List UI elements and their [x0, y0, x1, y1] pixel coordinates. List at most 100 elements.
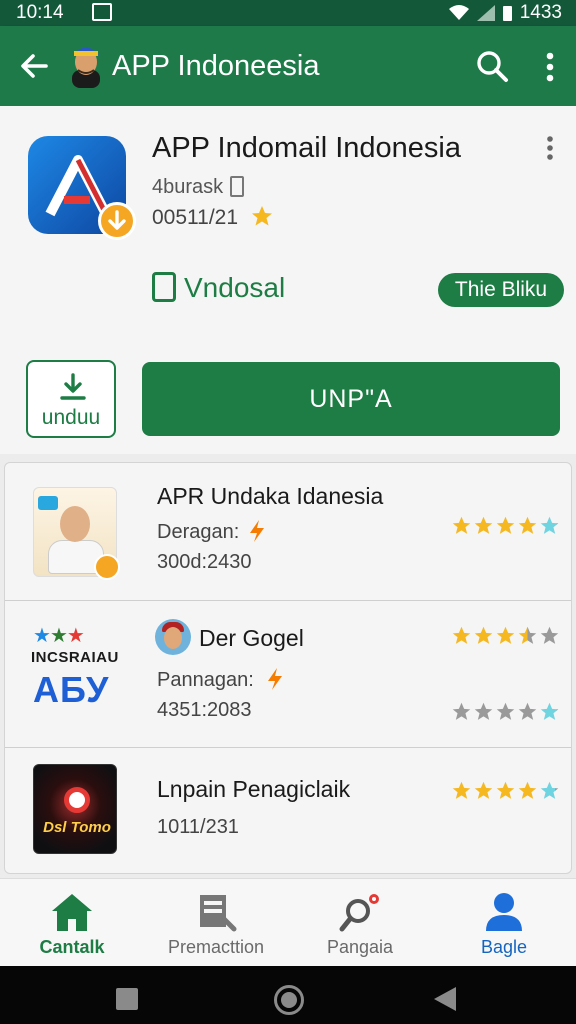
app-bar-title: APP Indoneesia [112, 50, 320, 82]
app-thumbnail [33, 487, 120, 580]
app-rating: 00511/21 [152, 206, 238, 230]
app-bar: APP Indoneesia [0, 26, 576, 106]
device-icon [152, 272, 176, 302]
list-item-title: APR Undaka Idanesia [157, 483, 384, 509]
star-icon [540, 781, 559, 799]
install-button[interactable]: UNP"A [142, 362, 560, 436]
more-vert-icon[interactable] [536, 50, 564, 84]
list-item-count: 4351:2083 [157, 699, 252, 721]
star-icon [496, 516, 515, 534]
rating-stars [451, 625, 560, 646]
star-icon [518, 626, 537, 644]
thumbnail-disc [64, 787, 90, 813]
thumbnail-face [60, 506, 90, 542]
rating-stars [451, 515, 560, 536]
list-item-title: Lnpain Penagiclaik [157, 776, 351, 802]
list-item[interactable]: APR Undaka Idanesia Deragan: 300d:2430 [5, 463, 571, 601]
status-indicators: 1433 [448, 2, 562, 24]
nav-label: Premacttion [167, 937, 265, 957]
star-icon [474, 516, 493, 534]
star-icon [518, 781, 537, 799]
signal-icon [476, 5, 495, 21]
battery-level: 1433 [519, 2, 562, 23]
app-thumbnail: ★★★ INCSRAIAU АБУ [31, 623, 131, 715]
nav-label: Pangaia [326, 937, 394, 957]
star-icon [452, 702, 471, 720]
star-icon [452, 516, 471, 534]
star-icon [474, 781, 493, 799]
thumbnail-brand: INCSRAIAU [31, 649, 119, 666]
download-label: unduu [41, 406, 101, 429]
list-item-title: Der Gogel [199, 625, 304, 651]
bolt-icon [250, 520, 264, 542]
gallery-notification-icon [92, 3, 112, 21]
list-item-count: 1011/231 [157, 816, 239, 838]
rating-stars [451, 780, 560, 801]
star-icon [452, 781, 471, 799]
search-notification-icon [339, 894, 379, 932]
bolt-icon [268, 668, 282, 690]
rating-stars-secondary [451, 701, 560, 722]
list-item[interactable]: Dsl Tomo Lnpain Penagiclaik 1011/231 [5, 748, 571, 873]
app-name: APP Indomail Indonesia [152, 132, 462, 164]
thumbnail-tag [38, 496, 58, 510]
phone-icon [230, 176, 244, 197]
developer-name[interactable]: 4burask [152, 176, 223, 199]
thumbnail-logo-text: АБУ [33, 669, 110, 710]
form-icon [200, 895, 237, 932]
tag-pill-button[interactable]: Thie Bliku [438, 273, 564, 307]
download-badge-icon [94, 554, 120, 580]
battery-icon [502, 5, 512, 21]
star-icon [252, 206, 272, 226]
home-icon [52, 894, 92, 931]
nav-item-premacttion[interactable]: Premacttion [144, 879, 288, 967]
nav-item-bagle[interactable]: Bagle [432, 879, 576, 967]
card-more-icon[interactable] [540, 134, 560, 162]
status-time: 10:14 [16, 2, 64, 23]
recents-icon[interactable] [116, 988, 138, 1010]
developer-avatar [155, 619, 191, 655]
list-item[interactable]: ★★★ INCSRAIAU АБУ Der Gogel Pannagan: 43… [5, 601, 571, 748]
search-icon[interactable] [474, 48, 510, 84]
list-item-subtitle: Deragan: [157, 521, 240, 543]
bottom-navigation: Cantalk Premacttion Pangaia Bagle [0, 878, 576, 966]
star-icon [452, 626, 471, 644]
back-arrow-icon[interactable] [16, 48, 52, 84]
thumbnail-logo: АБУ [33, 669, 109, 711]
app-list: APR Undaka Idanesia Deragan: 300d:2430 ★… [4, 462, 572, 874]
nav-label: Bagle [480, 937, 528, 957]
system-navigation-bar [0, 966, 576, 1024]
nav-label: Cantalk [39, 937, 105, 957]
system-back-icon[interactable] [434, 987, 456, 1011]
star-icon [518, 702, 537, 720]
nav-item-cantalk[interactable]: Cantalk [0, 879, 144, 967]
star-icon [496, 702, 515, 720]
star-icon [496, 781, 515, 799]
status-bar: 10:14 1433 [0, 0, 576, 26]
nav-item-pangaia[interactable]: Pangaia [288, 879, 432, 967]
home-button-icon[interactable] [274, 985, 304, 1015]
star-icon [496, 626, 515, 644]
download-icon [60, 373, 86, 400]
star-icon [518, 516, 537, 534]
thumbnail-text: Dsl Tomo [43, 819, 111, 836]
profile-icon [486, 893, 522, 931]
star-icon [474, 702, 493, 720]
avatar-face [164, 627, 182, 649]
app-detail-card: APP Indomail Indonesia 4burask 00511/21 … [0, 106, 576, 454]
app-thumbnail: Dsl Tomo [33, 764, 117, 854]
developer-link[interactable]: Vndosal [184, 272, 285, 304]
star-icon [474, 626, 493, 644]
list-item-count: 300d:2430 [157, 551, 252, 573]
rating-suffix: 1 [226, 206, 239, 229]
rating-value: 00511/2 [152, 206, 227, 229]
download-badge-icon [98, 202, 136, 240]
wifi-icon [448, 5, 469, 20]
avatar[interactable] [66, 40, 106, 88]
star-icon [540, 702, 559, 720]
download-button[interactable]: unduu [26, 360, 116, 438]
star-icon [540, 516, 559, 534]
thumbnail-stars: ★★★ [33, 625, 85, 647]
list-item-subtitle: Pannagan: [157, 669, 254, 691]
star-icon [540, 626, 559, 644]
